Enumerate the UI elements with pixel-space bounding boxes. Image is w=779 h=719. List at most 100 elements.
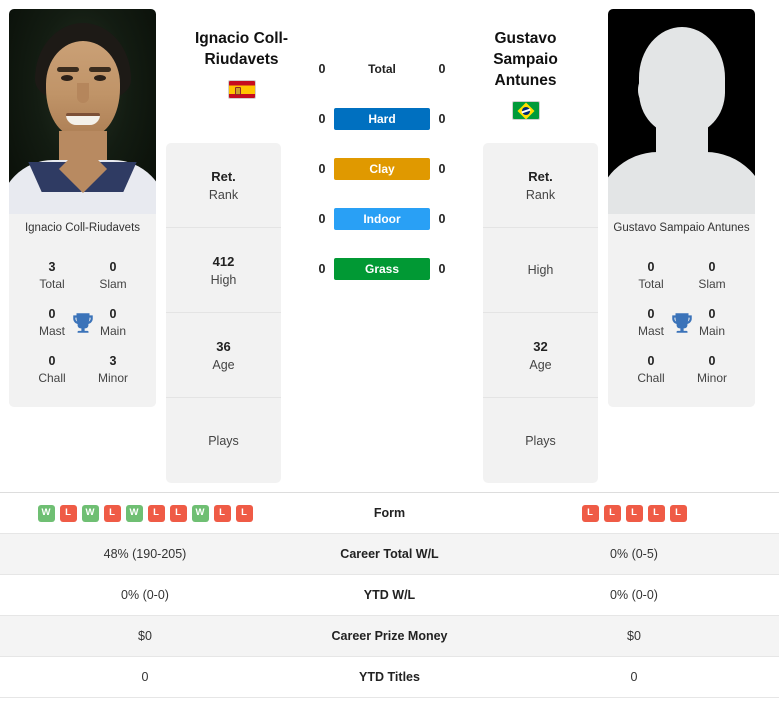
left-stat-chall-value: 0 (48, 354, 56, 368)
left-stat-chall: 0 Chall (23, 353, 81, 386)
right-ytd-titles: 0 (630, 670, 638, 684)
table-row-career-prize-money: $0 Career Prize Money $0 (0, 615, 779, 657)
right-info-age: 32 Age (483, 313, 598, 398)
table-label-career-prize-money: Career Prize Money (331, 629, 448, 643)
right-info-high: High (483, 228, 598, 313)
trophy-icon (671, 312, 692, 333)
right-stat-chall-label: Chall (637, 371, 665, 385)
left-form-strip: WLWLWLLWLL (6, 504, 284, 522)
left-player-photo (9, 9, 156, 214)
player-comparison-page: Ignacio Coll-Riudavets 3 Total 0 Slam 0 … (0, 0, 779, 719)
right-form-badge[interactable]: L (603, 504, 621, 522)
left-info-plays-label: Plays (208, 433, 239, 448)
right-stat-total: 0 Total (622, 259, 680, 292)
right-score-grass: 0 (438, 262, 446, 276)
left-player-titles-grid: 3 Total 0 Slam 0 Mast 0 Main 0 Chall 3 M… (9, 248, 156, 407)
left-stat-total: 3 Total (23, 259, 81, 292)
left-ytd-titles: 0 (141, 670, 149, 684)
left-info-age-value: 36 (216, 338, 231, 354)
right-titles-row-2: 0 Mast 0 Main (610, 299, 753, 346)
left-career-prize-money: $0 (138, 629, 152, 643)
left-titles-row-3: 0 Chall 3 Minor (11, 346, 154, 393)
left-form-badge[interactable]: W (191, 504, 209, 522)
right-stat-total-label: Total (638, 277, 664, 291)
right-name-line-2: Sampaio (493, 51, 558, 68)
left-form-badge[interactable]: W (37, 504, 55, 522)
left-info-high-value: 412 (212, 253, 235, 269)
right-info-rank-value: Ret. (528, 168, 553, 184)
left-score-total: 0 (318, 62, 326, 76)
left-score-clay: 0 (318, 162, 326, 176)
left-form-badge[interactable]: L (103, 504, 121, 522)
left-form-badge[interactable]: L (147, 504, 165, 522)
left-score-indoor: 0 (318, 212, 326, 226)
right-form-strip: LLLLL (495, 504, 773, 522)
right-info-age-value: 32 (533, 338, 548, 354)
right-form-badge[interactable]: L (669, 504, 687, 522)
surface-row-hard: 0 Hard 0 (315, 108, 449, 130)
right-stat-minor-label: Minor (696, 371, 727, 385)
surface-chip-clay[interactable]: Clay (334, 158, 430, 180)
surface-chip-grass[interactable]: Grass (334, 258, 430, 280)
right-stat-slam-label: Slam (698, 277, 726, 291)
right-career-prize-money: $0 (627, 629, 641, 643)
surface-row-indoor: 0 Indoor 0 (315, 208, 449, 230)
comparison-stats-table: WLWLWLLWLL Form LLLLL 48% (190-205) Care… (0, 492, 779, 698)
left-player-column: Ignacio Coll-Riudavets 3 Total 0 Slam 0 … (0, 0, 165, 492)
left-stat-slam-label: Slam (99, 277, 127, 291)
right-career-total-wl: 0% (0-5) (610, 547, 658, 561)
left-form-badge[interactable]: L (169, 504, 187, 522)
surface-chip-indoor[interactable]: Indoor (334, 208, 430, 230)
right-info-plays-label: Plays (525, 433, 556, 448)
right-player-card[interactable]: Gustavo Sampaio Antunes 0 Total 0 Slam 0… (608, 9, 755, 407)
left-form-badge[interactable]: L (235, 504, 253, 522)
left-form-badge[interactable]: W (81, 504, 99, 522)
right-stat-total-value: 0 (647, 260, 655, 274)
table-label-career-total-wl: Career Total W/L (340, 547, 439, 561)
table-row-form: WLWLWLLWLL Form LLLLL (0, 493, 779, 534)
left-player-name-heading[interactable]: Ignacio Coll- Riudavets (183, 28, 300, 99)
right-form-cell: LLLLL (489, 493, 779, 534)
left-stat-minor: 3 Minor (84, 353, 142, 386)
left-form-badge[interactable]: W (125, 504, 143, 522)
right-form-badge[interactable]: L (581, 504, 599, 522)
left-name-line-2: Riudavets (204, 51, 279, 68)
right-info-high-label: High (527, 263, 554, 277)
surface-chip-hard[interactable]: Hard (334, 108, 430, 130)
right-info-rank: Ret. Rank (483, 143, 598, 228)
right-info-age-label: Age (529, 357, 552, 372)
right-titles-row-3: 0 Chall 0 Minor (610, 346, 753, 393)
comparison-header-area: Ignacio Coll-Riudavets 3 Total 0 Slam 0 … (0, 0, 779, 492)
right-player-column: Gustavo Sampaio Antunes 0 Total 0 Slam 0… (599, 0, 764, 492)
right-form-badge[interactable]: L (647, 504, 665, 522)
right-score-hard: 0 (438, 112, 446, 126)
right-score-total: 0 (438, 62, 446, 76)
right-info-rank-label: Rank (525, 187, 556, 202)
surface-chip-total: Total (368, 62, 396, 76)
left-form-badge[interactable]: L (213, 504, 231, 522)
left-info-high: 412 High (166, 228, 281, 313)
left-stat-slam-value: 0 (109, 260, 117, 274)
right-player-name-heading[interactable]: Gustavo Sampaio Antunes (467, 28, 584, 120)
left-info-rank: Ret. Rank (166, 143, 281, 228)
right-name-line-1: Gustavo (494, 30, 557, 47)
left-ytd-wl: 0% (0-0) (121, 588, 169, 602)
left-stat-total-value: 3 (48, 260, 56, 274)
flag-brazil-icon (511, 101, 540, 120)
left-form-badge[interactable]: L (59, 504, 77, 522)
left-stat-total-label: Total (39, 277, 65, 291)
left-stat-minor-label: Minor (97, 371, 128, 385)
left-player-photo-caption: Ignacio Coll-Riudavets (9, 214, 156, 248)
left-score-grass: 0 (318, 262, 326, 276)
right-stat-chall: 0 Chall (622, 353, 680, 386)
left-score-hard: 0 (318, 112, 326, 126)
table-row-ytd-wl: 0% (0-0) YTD W/L 0% (0-0) (0, 575, 779, 616)
right-player-photo (608, 9, 755, 214)
surface-comparison-column: 0 Total 0 0 Hard 0 0 Clay 0 0 Indoor 0 0 (282, 0, 482, 492)
table-row-career-total-wl: 48% (190-205) Career Total W/L 0% (0-5) (0, 533, 779, 575)
right-player-photo-caption: Gustavo Sampaio Antunes (608, 214, 755, 248)
table-label-ytd-titles: YTD Titles (359, 670, 420, 684)
right-info-plays: Plays (483, 398, 598, 483)
left-player-card[interactable]: Ignacio Coll-Riudavets 3 Total 0 Slam 0 … (9, 9, 156, 407)
right-form-badge[interactable]: L (625, 504, 643, 522)
